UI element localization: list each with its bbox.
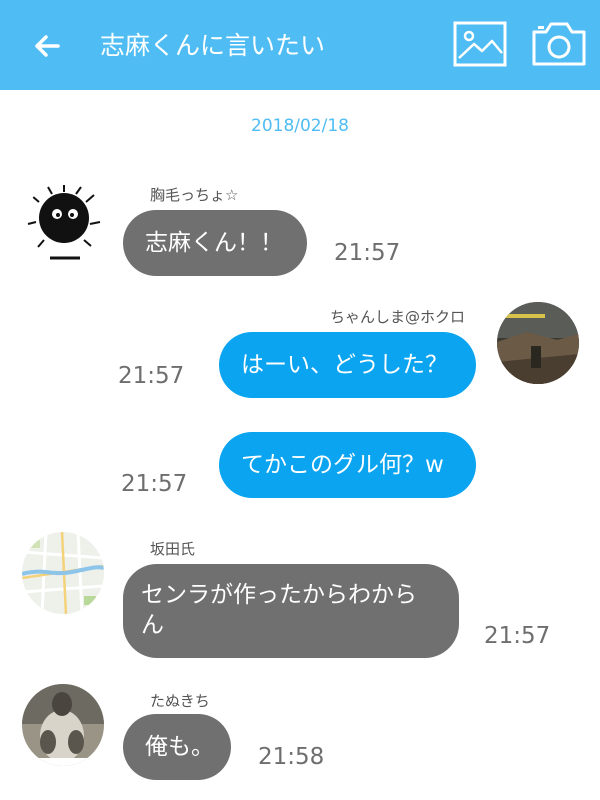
message-time: 21:57 [118,363,185,389]
chat-title: 志麻くんに言いたい [100,31,326,60]
image-icon [453,21,507,67]
animal-photo-avatar-image [22,684,104,766]
message-time: 21:57 [121,471,188,497]
app-header: 志麻くんに言いたい [0,0,600,90]
message-time: 21:57 [334,240,401,266]
sender-name: 胸毛っちょ☆ [150,186,239,204]
map-avatar-image [22,532,104,614]
camera-icon [532,22,586,66]
back-arrow-icon [35,35,60,57]
image-button[interactable] [452,20,508,68]
avatar[interactable] [22,532,104,614]
message-bubble[interactable]: 俺も。 [123,714,231,780]
message-bubble[interactable]: 志麻くん！！ [123,210,307,276]
message-time: 21:57 [484,623,551,649]
back-button[interactable] [28,26,68,66]
avatar[interactable] [24,182,106,264]
camera-button[interactable] [530,18,588,68]
message-text-line: センラが作ったからわから [141,582,417,608]
date-separator: 2018/02/18 [251,116,349,136]
message-time: 21:58 [258,744,325,770]
message-bubble[interactable]: はーい、どうした？ [219,332,476,398]
message-text-line: ん [141,612,164,638]
sender-name: たぬきち [150,692,210,710]
avatar[interactable] [22,684,104,766]
sender-name: 坂田氏 [150,540,196,558]
fuzzy-ball-avatar-image [24,182,106,264]
sender-name: ちゃんしま@ホクロ [330,308,466,326]
message-bubble[interactable]: てかこのグル何？w [219,432,476,498]
game-screenshot-avatar-image [497,302,579,384]
avatar[interactable] [497,302,579,384]
message-bubble[interactable]: センラが作ったからわから ん [123,564,459,658]
